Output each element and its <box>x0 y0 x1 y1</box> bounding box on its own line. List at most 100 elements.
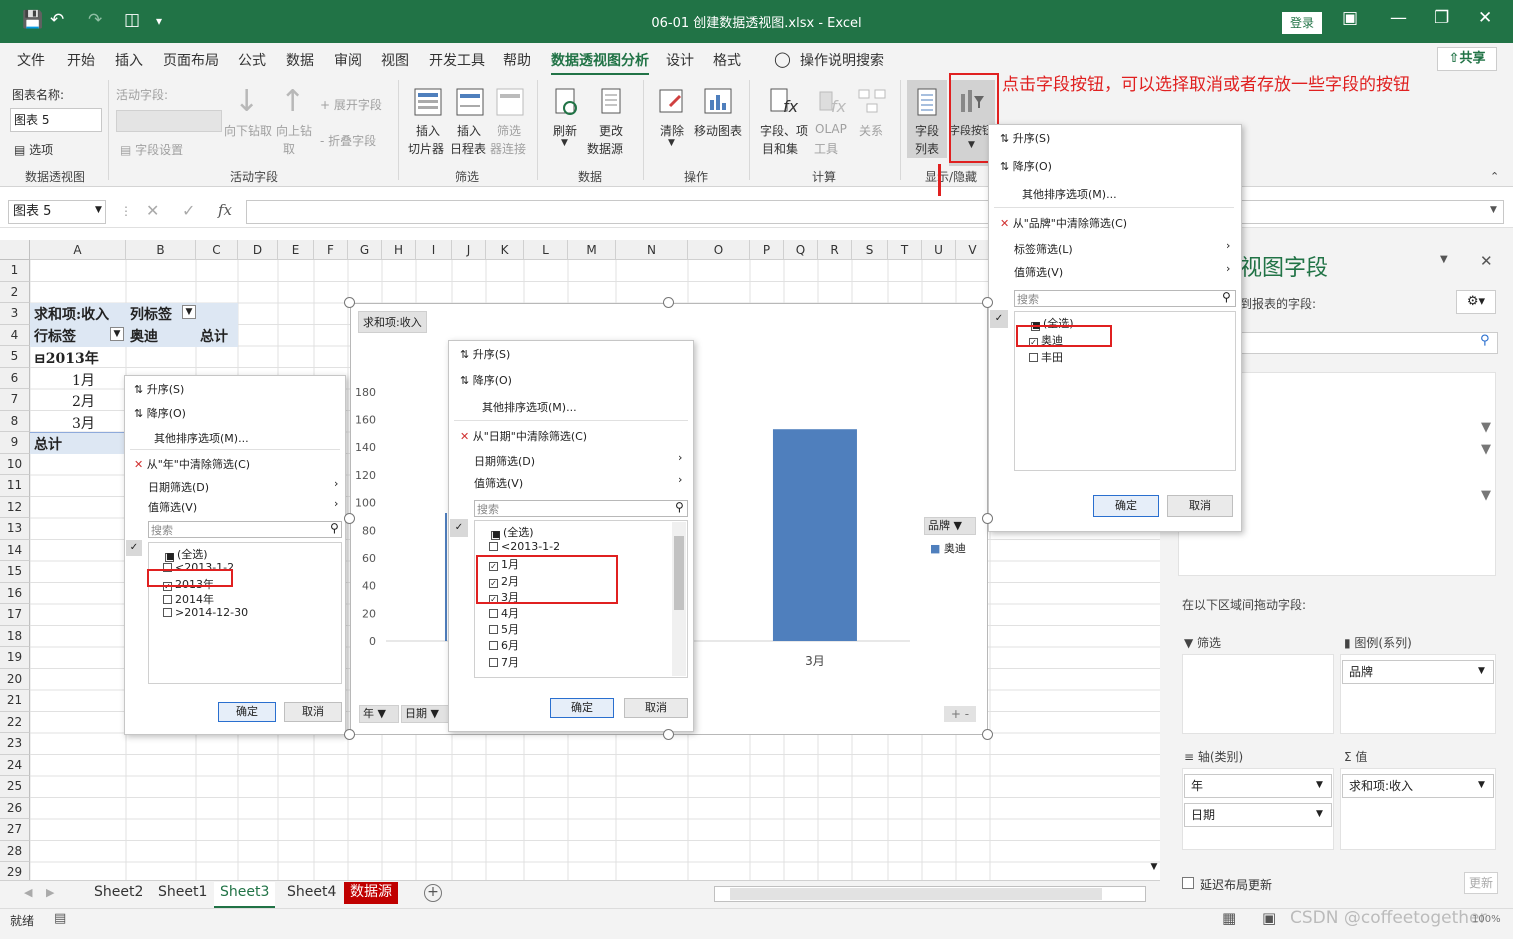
year-value-filter[interactable]: 值筛选(V) <box>148 499 197 515</box>
resize-handle[interactable] <box>982 513 993 524</box>
expand-collapse-field-icon[interactable]: + - <box>944 706 976 722</box>
tab-insert[interactable]: 插入 <box>115 50 143 70</box>
column-header[interactable]: J <box>452 240 486 260</box>
chart-name-input[interactable]: 图表 5 <box>10 108 102 132</box>
vertical-scroll-down-icon[interactable]: ▼ <box>1148 862 1160 878</box>
column-header[interactable]: F <box>314 240 348 260</box>
year-more-sort[interactable]: 其他排序选项(M)... <box>154 430 249 446</box>
row-header[interactable]: 12 <box>0 496 30 518</box>
name-box-dropdown-icon[interactable]: ▼ <box>95 205 102 215</box>
panel-gear-icon[interactable]: ⚙▾ <box>1456 290 1496 314</box>
close-icon[interactable]: ✕ <box>1478 8 1492 28</box>
options-button[interactable]: ▤ 选项 <box>14 141 53 158</box>
pivot-year-row[interactable]: ⊟2013年 <box>34 348 99 368</box>
checkbox-icon[interactable] <box>489 657 498 667</box>
axis-year-button[interactable]: 年 ▼ <box>359 705 399 723</box>
drill-up-icon[interactable]: ↑ <box>280 84 305 119</box>
filter-list-item[interactable]: 6月 <box>489 637 519 653</box>
row-header[interactable]: 24 <box>0 754 30 776</box>
fx-icon[interactable]: fx <box>218 201 232 219</box>
checkbox-icon[interactable] <box>489 641 498 651</box>
filter-list-item[interactable]: >2014-12-30 <box>163 606 248 619</box>
move-chart-icon[interactable] <box>702 86 734 118</box>
field-search-input[interactable] <box>1240 332 1498 354</box>
formula-expand-icon[interactable]: ▼ <box>1490 205 1497 215</box>
row-header[interactable]: 28 <box>0 840 30 862</box>
brand-clear-filter[interactable]: ✕ 从"品牌"中清除筛选(C) <box>1000 215 1127 231</box>
select-all-corner[interactable] <box>0 240 30 260</box>
name-box[interactable]: 图表 5 <box>8 200 106 224</box>
axis-date-chip-dropdown-icon[interactable]: ▼ <box>1316 809 1323 819</box>
brand-more-sort[interactable]: 其他排序选项(M)... <box>1022 186 1117 202</box>
filter-list-item[interactable]: 4月 <box>489 605 519 621</box>
clear-dropdown-icon[interactable]: ▼ <box>668 138 675 148</box>
tab-page-layout[interactable]: 页面布局 <box>163 50 219 70</box>
tab-scroll-right-icon[interactable]: ▶ <box>46 886 54 899</box>
filter-list-item[interactable]: <2013-1-2 <box>489 540 560 553</box>
sheet-tab-datasource[interactable]: 数据源 <box>344 882 398 904</box>
resize-handle[interactable] <box>344 297 355 308</box>
date-value-filter[interactable]: 值筛选(V) <box>474 475 523 491</box>
drill-down-icon[interactable]: ↓ <box>234 84 259 119</box>
row-header[interactable]: 22 <box>0 711 30 733</box>
checkbox-icon[interactable] <box>489 625 498 635</box>
zoom-level[interactable]: 100% <box>1472 914 1501 925</box>
date-more-sort[interactable]: 其他排序选项(M)... <box>482 399 577 415</box>
date-cancel-button[interactable]: 取消 <box>624 698 688 718</box>
row-header[interactable]: 7 <box>0 389 30 411</box>
column-header[interactable]: H <box>382 240 416 260</box>
field-settings-button[interactable]: ▤ 字段设置 <box>120 141 183 158</box>
brand-label-filter[interactable]: 标签筛选(L) <box>1014 241 1073 257</box>
row-header[interactable]: 26 <box>0 797 30 819</box>
macro-record-icon[interactable]: ▤ <box>54 911 66 926</box>
tab-design[interactable]: 设计 <box>666 50 694 70</box>
panel-close-icon[interactable]: ✕ <box>1480 252 1493 270</box>
filter-list-item[interactable]: 2014年 <box>163 591 214 607</box>
row-header[interactable]: 19 <box>0 647 30 669</box>
year-ok-button[interactable]: 确定 <box>218 702 276 722</box>
minimize-icon[interactable]: — <box>1390 8 1407 28</box>
tab-home[interactable]: 开始 <box>67 50 95 70</box>
tab-developer[interactable]: 开发工具 <box>429 50 485 70</box>
expand-field-button[interactable]: + 展开字段 <box>320 96 382 113</box>
row-header[interactable]: 23 <box>0 733 30 755</box>
restore-icon[interactable]: ❐ <box>1434 8 1449 28</box>
column-header[interactable]: L <box>524 240 568 260</box>
column-header[interactable]: T <box>888 240 922 260</box>
filter-list-item[interactable]: ■ (全选) <box>165 546 208 562</box>
row-header[interactable]: 5 <box>0 346 30 368</box>
checkbox-icon[interactable] <box>1029 353 1038 362</box>
brand-ok-button[interactable]: 确定 <box>1093 495 1159 517</box>
column-header[interactable]: U <box>922 240 956 260</box>
row-header[interactable]: 21 <box>0 690 30 712</box>
row-header[interactable]: 15 <box>0 561 30 583</box>
brand-search-input[interactable]: 搜索 <box>1014 290 1236 307</box>
brand-cancel-button[interactable]: 取消 <box>1167 495 1233 517</box>
row-header[interactable]: 16 <box>0 582 30 604</box>
tab-view[interactable]: 视图 <box>381 50 409 70</box>
tab-scroll-left-icon[interactable]: ◀ <box>24 886 32 899</box>
checkbox-icon[interactable] <box>163 595 172 604</box>
refresh-icon[interactable] <box>550 86 582 118</box>
horizontal-scroll-thumb[interactable] <box>730 888 1102 900</box>
tab-review[interactable]: 审阅 <box>334 50 362 70</box>
date-sort-asc[interactable]: ⇅ 升序(S) <box>460 346 510 362</box>
column-header[interactable]: E <box>278 240 314 260</box>
collapse-field-button[interactable]: - 折叠字段 <box>320 132 376 149</box>
normal-view-icon[interactable]: ▦ <box>1222 909 1236 927</box>
row-header[interactable]: 8 <box>0 410 30 432</box>
column-header[interactable]: Q <box>784 240 818 260</box>
sheet-tab-sheet2[interactable]: Sheet2 <box>88 882 149 904</box>
checkbox-icon[interactable] <box>489 609 498 618</box>
column-header[interactable]: O <box>688 240 750 260</box>
brand-sort-desc[interactable]: ⇅ 降序(O) <box>1000 158 1052 174</box>
filter-list-item[interactable]: 5月 <box>489 621 519 637</box>
row-header[interactable]: 25 <box>0 776 30 798</box>
tab-help[interactable]: 帮助 <box>503 50 531 70</box>
olap-tools-icon[interactable]: fx <box>816 86 848 118</box>
legend-chip-dropdown-icon[interactable]: ▼ <box>1478 666 1485 676</box>
row-header[interactable]: 3 <box>0 303 30 325</box>
tab-format[interactable]: 格式 <box>713 50 741 70</box>
sheet-tab-sheet3[interactable]: Sheet3 <box>214 882 276 908</box>
row-header[interactable]: 11 <box>0 475 30 497</box>
